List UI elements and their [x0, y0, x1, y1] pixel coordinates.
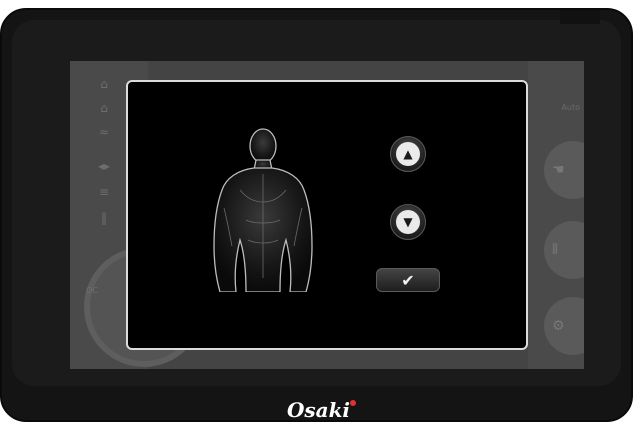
brand-logo: Osaki [286, 398, 351, 422]
dial-label: OC [86, 286, 98, 295]
body-silhouette-icon [213, 128, 313, 292]
seat-icon[interactable]: ≡ [92, 185, 116, 199]
arrow-down-icon: ▼ [396, 210, 420, 234]
back-icon[interactable]: ≈ [92, 125, 116, 139]
shoulder-icon[interactable]: ⌂ [92, 101, 116, 115]
legs-icon[interactable]: ‖ [92, 211, 116, 225]
brand-dot [350, 400, 356, 406]
confirm-button[interactable]: ✔ [376, 268, 440, 292]
auto-label: Auto [561, 103, 580, 112]
move-up-button[interactable]: ▲ [390, 136, 426, 172]
waist-icon[interactable]: ◂▸ [92, 159, 116, 173]
body-scan-dialog: ▲ ▼ ✔ [126, 80, 528, 350]
device-tab [560, 10, 600, 24]
move-down-button[interactable]: ▼ [390, 204, 426, 240]
device-frame: ⌂ ⌂ ≈ ◂▸ ≡ ‖ OC Auto ☚ ⫴ ⚙ ▲ ▼ ✔ Osaki [0, 8, 633, 422]
head-neck-icon[interactable]: ⌂ [92, 77, 116, 91]
checkmark-icon: ✔ [401, 270, 415, 290]
arrow-up-icon: ▲ [396, 142, 420, 166]
